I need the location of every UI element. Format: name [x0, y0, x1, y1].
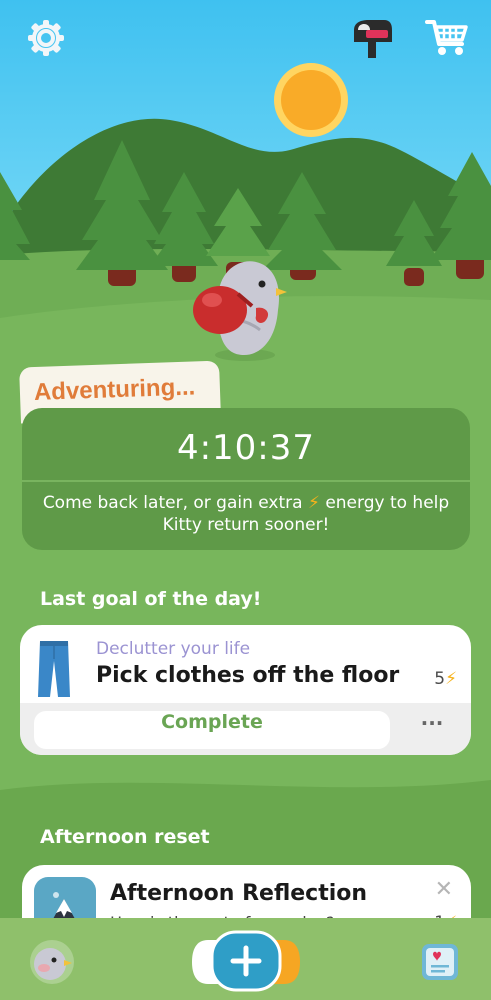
shopping-cart-icon [425, 20, 468, 55]
mailbox-button[interactable] [346, 16, 396, 60]
gear-icon [28, 20, 64, 56]
plus-icon [192, 930, 300, 992]
goal-energy-reward: 5⚡ [434, 669, 457, 689]
shop-cart-button[interactable] [424, 14, 470, 60]
energy-bolt-icon: ⚡ [445, 669, 457, 689]
energy-bolt-icon: ⚡ [307, 493, 320, 513]
goal-actions-bar: Complete ··· [20, 703, 471, 755]
adventure-message-text: Come back later, or gain extra [42, 493, 308, 513]
pet-profile-button[interactable] [28, 938, 76, 986]
settings-button[interactable] [24, 16, 68, 60]
mailbox-icon [354, 20, 392, 58]
adventure-message: Come back later, or gain extra ⚡ energy … [38, 492, 454, 536]
goal-category: Declutter your life [96, 639, 251, 659]
adventuring-label: Adventuring... [33, 373, 196, 406]
goal-card[interactable]: Declutter your life Pick clothes off the… [20, 625, 471, 755]
afternoon-reset-heading: Afternoon reset [40, 826, 210, 848]
add-goal-button[interactable] [188, 928, 304, 994]
adventure-timer-card: 4:10:37 Come back later, or gain extra ⚡… [22, 408, 470, 550]
pet-avatar-icon [30, 940, 74, 984]
jeans-icon [38, 641, 70, 697]
goal-energy-value: 5 [434, 669, 446, 689]
reflection-title: Afternoon Reflection [110, 881, 368, 906]
journal-button[interactable] [418, 940, 462, 984]
journal-icon [422, 944, 458, 980]
close-icon[interactable]: ✕ [435, 877, 453, 902]
goal-title: Pick clothes off the floor [96, 663, 400, 688]
bottom-navigation [0, 918, 491, 1000]
last-goal-heading: Last goal of the day! [40, 588, 262, 610]
complete-button[interactable]: Complete [34, 711, 390, 749]
more-options-button[interactable]: ··· [411, 711, 453, 749]
divider [22, 480, 470, 482]
adventure-timer: 4:10:37 [176, 428, 316, 468]
